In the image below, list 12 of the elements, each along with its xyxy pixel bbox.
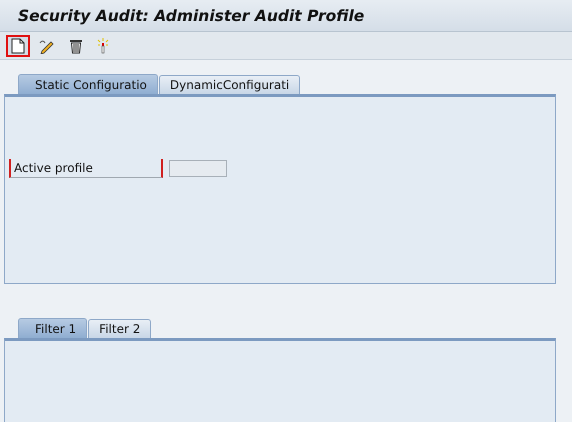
tab[interactable]: DynamicConfigurati [158, 75, 300, 94]
input-field[interactable] [169, 160, 227, 177]
trash-icon [69, 38, 83, 54]
tab[interactable]: Static Configuratio [18, 74, 158, 94]
new-button[interactable] [6, 34, 30, 56]
document-icon [11, 38, 25, 54]
tab[interactable]: Filter 2 [88, 319, 152, 338]
magic-wand-icon [97, 38, 109, 54]
tab[interactable]: Filter 1 [18, 318, 88, 338]
window-title: Security Audit: Administer Audit Profile [18, 6, 364, 24]
field-label: Active profile [9, 159, 163, 178]
pencil-icon [39, 38, 55, 54]
